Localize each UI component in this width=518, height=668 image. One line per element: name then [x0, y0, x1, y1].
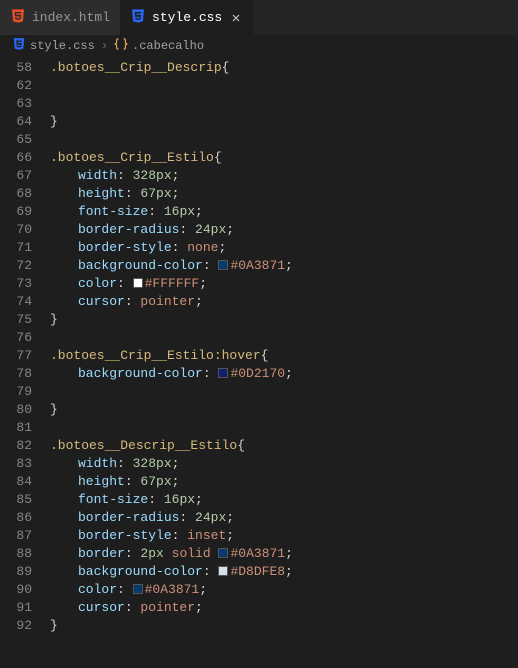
code-line[interactable]: cursor: pointer;	[50, 599, 518, 617]
breadcrumb-symbol[interactable]: .cabecalho	[132, 39, 204, 53]
line-number-gutter: 5862636465666768697071727374757677787980…	[0, 59, 50, 635]
code-line[interactable]: cursor: pointer;	[50, 293, 518, 311]
code-line[interactable]: height: 67px;	[50, 185, 518, 203]
code-line[interactable]: background-color: #0D2170;	[50, 365, 518, 383]
code-line[interactable]	[50, 131, 518, 149]
line-number: 79	[0, 383, 32, 401]
line-number: 85	[0, 491, 32, 509]
line-number: 58	[0, 59, 32, 77]
symbol-icon	[114, 37, 128, 55]
tab-label: style.css	[152, 10, 222, 25]
line-number: 86	[0, 509, 32, 527]
css3-icon	[130, 8, 146, 28]
line-number: 64	[0, 113, 32, 131]
line-number: 80	[0, 401, 32, 419]
line-number: 62	[0, 77, 32, 95]
line-number: 91	[0, 599, 32, 617]
code-line[interactable]: }	[50, 311, 518, 329]
code-line[interactable]: border-radius: 24px;	[50, 221, 518, 239]
code-line[interactable]: border: 2px solid #0A3871;	[50, 545, 518, 563]
code-line[interactable]	[50, 329, 518, 347]
code-line[interactable]: border-style: none;	[50, 239, 518, 257]
chevron-right-icon: ›	[99, 39, 110, 53]
line-number: 83	[0, 455, 32, 473]
line-number: 67	[0, 167, 32, 185]
code-line[interactable]: color: #FFFFFF;	[50, 275, 518, 293]
line-number: 66	[0, 149, 32, 167]
line-number: 65	[0, 131, 32, 149]
line-number: 75	[0, 311, 32, 329]
code-editor[interactable]: 5862636465666768697071727374757677787980…	[0, 57, 518, 635]
line-number: 78	[0, 365, 32, 383]
code-line[interactable]	[50, 77, 518, 95]
line-number: 72	[0, 257, 32, 275]
line-number: 90	[0, 581, 32, 599]
code-line[interactable]: .botoes__Descrip__Estilo{	[50, 437, 518, 455]
line-number: 88	[0, 545, 32, 563]
code-line[interactable]: background-color: #D8DFE8;	[50, 563, 518, 581]
code-line[interactable]: background-color: #0A3871;	[50, 257, 518, 275]
code-line[interactable]: }	[50, 401, 518, 419]
code-line[interactable]: border-style: inset;	[50, 527, 518, 545]
code-line[interactable]	[50, 383, 518, 401]
editor-tabs: index.html style.css	[0, 0, 518, 35]
line-number: 89	[0, 563, 32, 581]
code-line[interactable]: border-radius: 24px;	[50, 509, 518, 527]
code-line[interactable]: .botoes__Crip__Descrip{	[50, 59, 518, 77]
code-content[interactable]: .botoes__Crip__Descrip{} .botoes__Crip__E…	[50, 59, 518, 635]
breadcrumb-file[interactable]: style.css	[30, 39, 95, 53]
line-number: 70	[0, 221, 32, 239]
line-number: 92	[0, 617, 32, 635]
tab-index-html[interactable]: index.html	[0, 0, 120, 35]
line-number: 87	[0, 527, 32, 545]
css3-icon	[12, 37, 26, 55]
line-number: 77	[0, 347, 32, 365]
code-line[interactable]: color: #0A3871;	[50, 581, 518, 599]
tab-style-css[interactable]: style.css	[120, 0, 254, 35]
line-number: 81	[0, 419, 32, 437]
line-number: 73	[0, 275, 32, 293]
html5-icon	[10, 8, 26, 28]
code-line[interactable]: width: 328px;	[50, 455, 518, 473]
line-number: 84	[0, 473, 32, 491]
line-number: 69	[0, 203, 32, 221]
close-icon[interactable]	[228, 10, 244, 26]
line-number: 76	[0, 329, 32, 347]
line-number: 63	[0, 95, 32, 113]
code-line[interactable]: }	[50, 617, 518, 635]
code-line[interactable]: height: 67px;	[50, 473, 518, 491]
line-number: 74	[0, 293, 32, 311]
code-line[interactable]: .botoes__Crip__Estilo{	[50, 149, 518, 167]
breadcrumb: style.css › .cabecalho	[0, 35, 518, 57]
line-number: 68	[0, 185, 32, 203]
line-number: 82	[0, 437, 32, 455]
code-line[interactable]	[50, 419, 518, 437]
code-line[interactable]: }	[50, 113, 518, 131]
line-number: 71	[0, 239, 32, 257]
code-line[interactable]: font-size: 16px;	[50, 203, 518, 221]
code-line[interactable]: width: 328px;	[50, 167, 518, 185]
code-line[interactable]: font-size: 16px;	[50, 491, 518, 509]
tab-label: index.html	[32, 10, 110, 25]
code-line[interactable]	[50, 95, 518, 113]
code-line[interactable]: .botoes__Crip__Estilo:hover{	[50, 347, 518, 365]
